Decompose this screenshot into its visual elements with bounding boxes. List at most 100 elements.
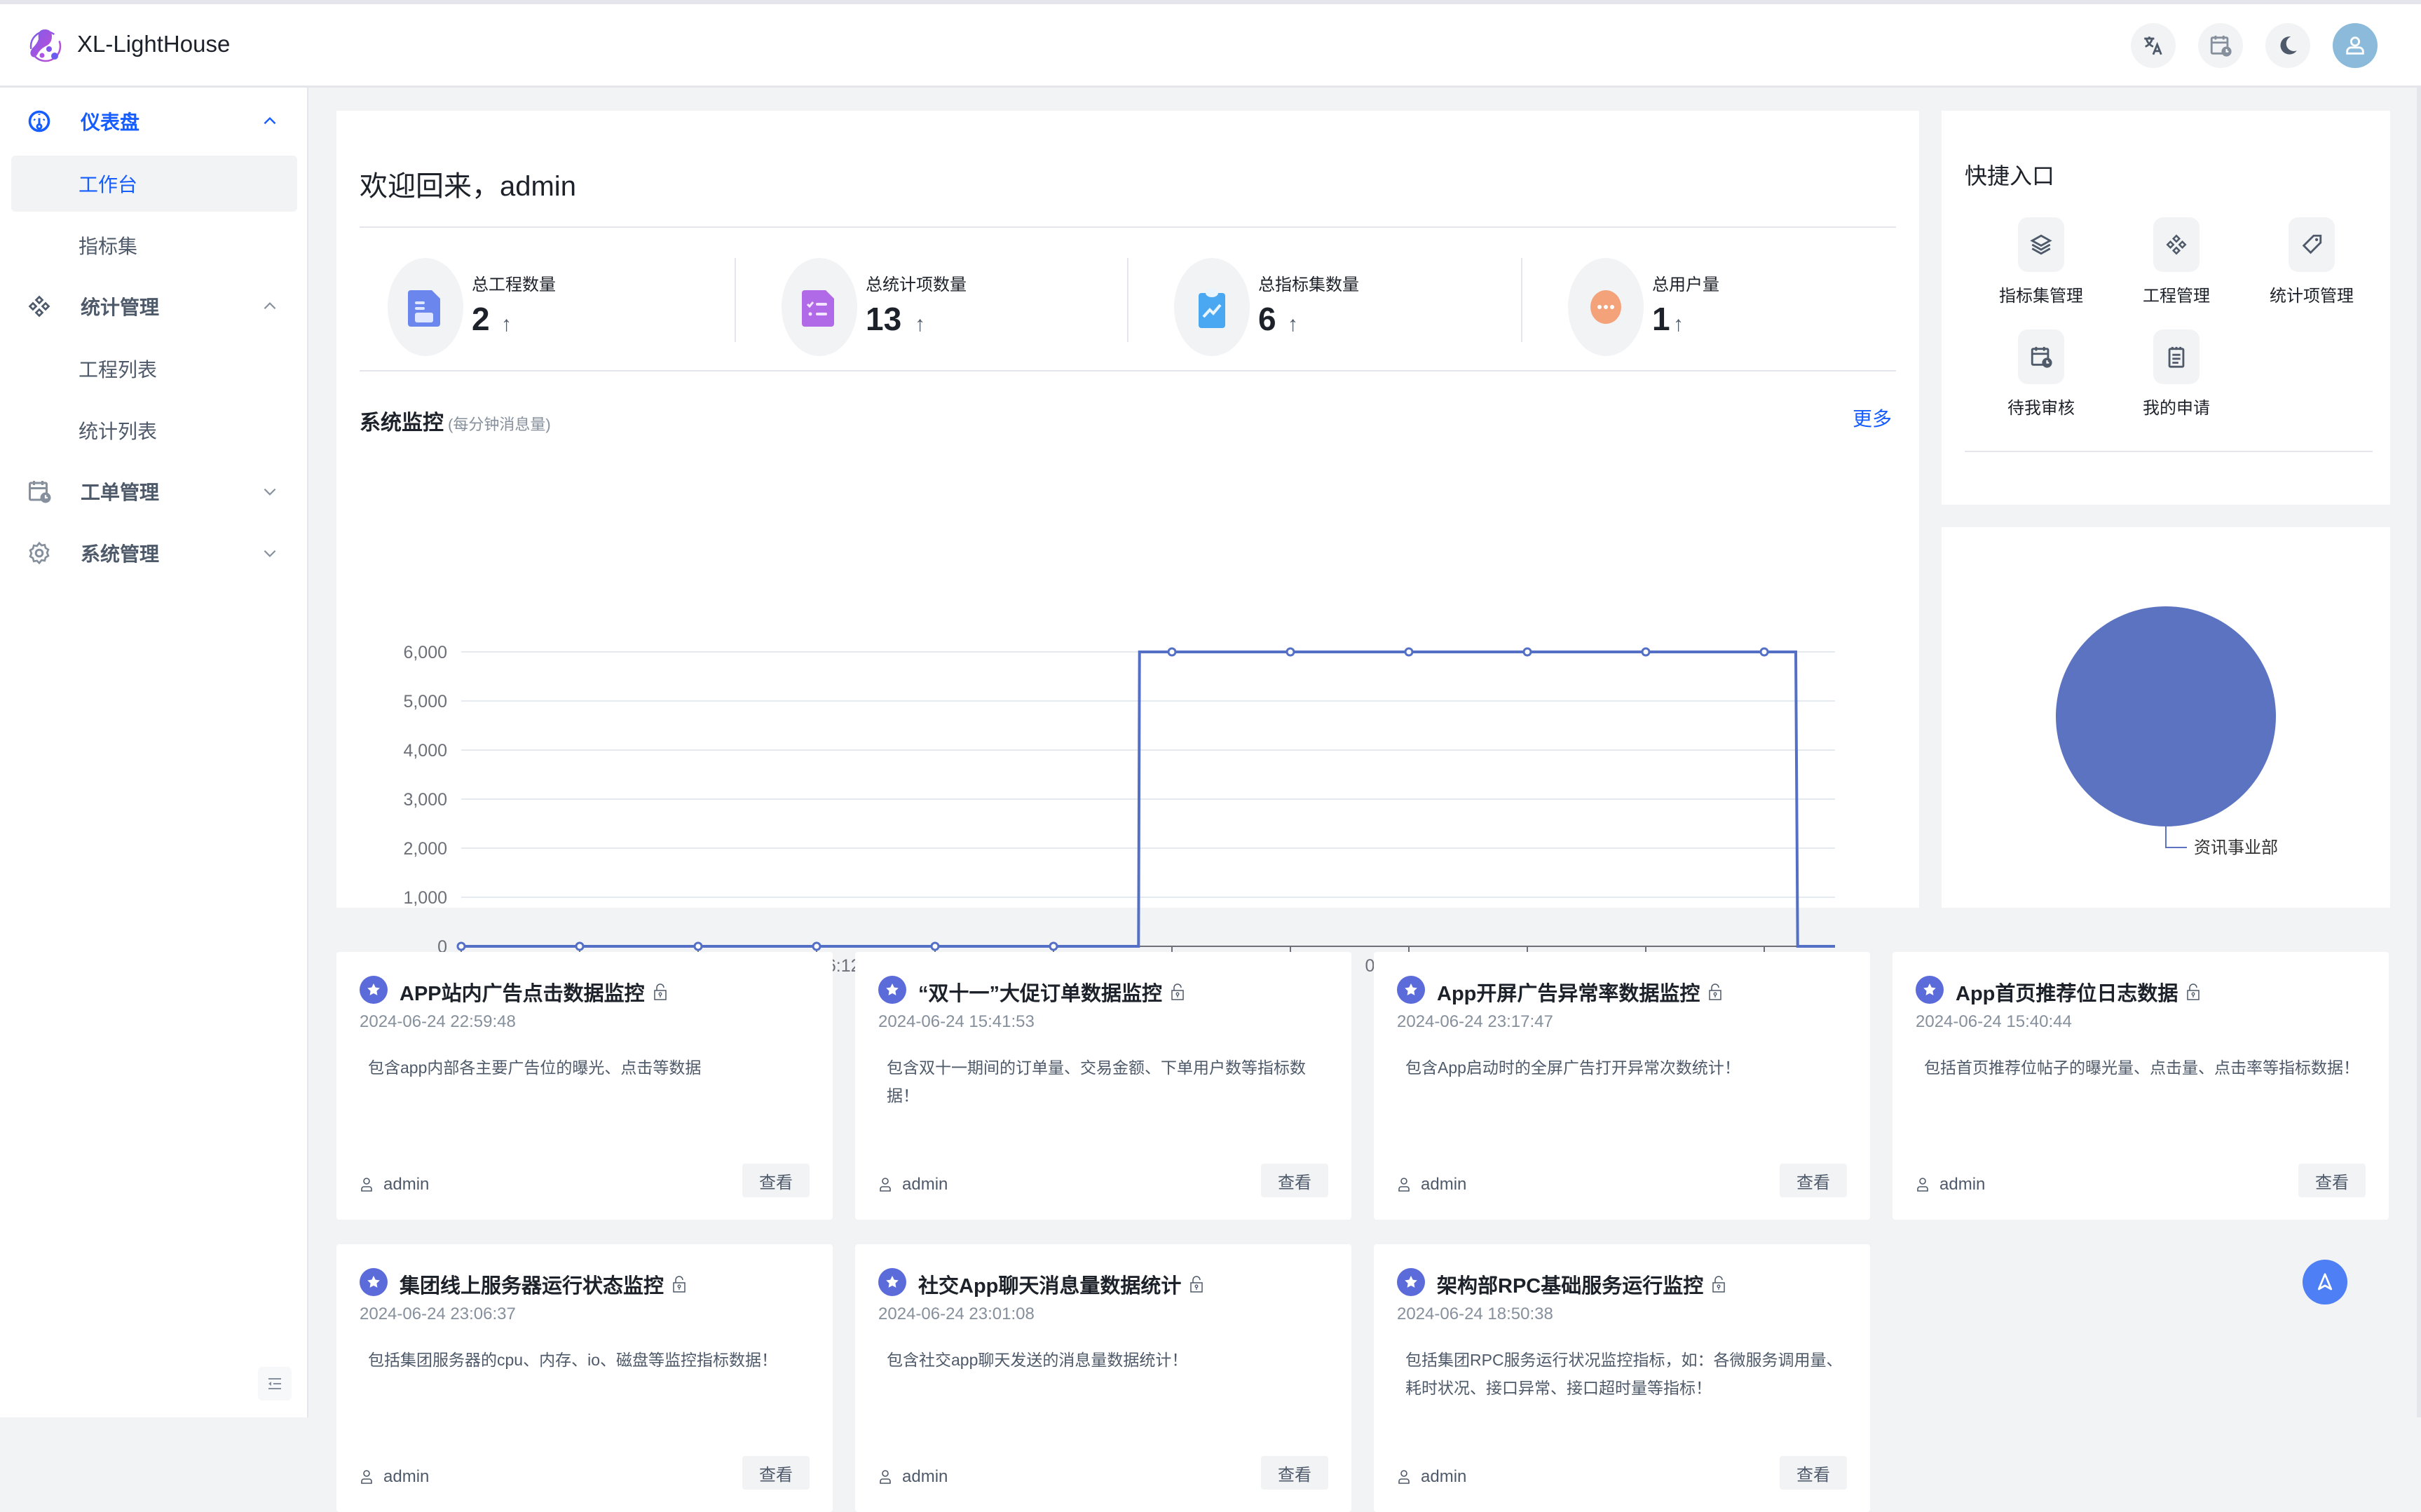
star-icon <box>1405 1276 1417 1288</box>
user-avatar-button[interactable] <box>2333 23 2378 68</box>
sidebar-item-workbench[interactable]: 工作台 <box>11 156 297 212</box>
star-badge <box>360 1268 388 1296</box>
stat-icon-wrap <box>1568 258 1644 356</box>
divider <box>1965 451 2373 452</box>
card-owner-name: admin <box>902 1467 948 1486</box>
chat-bubble-icon <box>1590 290 1621 324</box>
checklist-icon <box>802 290 834 327</box>
more-link[interactable]: 更多 <box>1853 404 1892 432</box>
data-point <box>1404 647 1414 657</box>
indicator-card[interactable]: 架构部RPC基础服务运行监控 2024-06-24 18:50:38 包括集团RPC… <box>1374 1244 1870 1512</box>
y-tick-label: 2,000 <box>403 839 447 859</box>
user-icon <box>2346 36 2364 55</box>
sidebar-group-dashboard[interactable]: 仪表盘 <box>0 90 308 152</box>
quick-entry-label: 指标集管理 <box>1999 287 2083 306</box>
quick-entry-pending-review[interactable]: 待我审核 <box>1985 329 2097 435</box>
quick-entry-panel: 快捷入口 指标集管理 工程管理 统计项管理 待我审核 我的申请 <box>1942 111 2390 505</box>
sidebar-group-system[interactable]: 系统管理 <box>0 522 308 584</box>
y-tick-label: 1,000 <box>403 888 447 908</box>
view-button[interactable]: 查看 <box>742 1164 810 1197</box>
star-badge <box>1397 1268 1425 1296</box>
unlock-icon <box>653 983 667 1000</box>
indicator-card[interactable]: App首页推荐位日志数据 2024-06-24 15:40:44 包括首页推荐位帖子… <box>1893 952 2389 1220</box>
calendar-button[interactable] <box>2198 23 2243 68</box>
card-title-text: APP站内广告点击数据监控 <box>400 983 645 1005</box>
sidebar-item-indicator-set[interactable]: 指标集 <box>11 217 297 273</box>
unlock-icon <box>1190 1276 1203 1293</box>
card-title[interactable]: “双十一”大促订单数据监控 <box>918 977 1185 1007</box>
star-icon <box>886 983 899 995</box>
view-button[interactable]: 查看 <box>1780 1164 1847 1197</box>
card-timestamp: 2024-06-24 23:17:47 <box>1397 1012 1553 1031</box>
quick-entry-icon-wrap <box>2153 329 2200 384</box>
card-timestamp: 2024-06-24 18:50:38 <box>1397 1305 1553 1323</box>
stat-icon-wrap <box>388 258 463 356</box>
quick-entry-label: 我的申请 <box>2143 399 2210 418</box>
welcome-panel: 欢迎回来，admin 总工程数量 2 ↑ 总统计项数量 13 ↑ 总指标集数量 … <box>336 111 1919 976</box>
page-scrollbar[interactable] <box>2417 88 2421 1417</box>
card-title[interactable]: 集团线上服务器运行状态监控 <box>400 1269 686 1299</box>
card-owner: admin <box>360 1175 429 1194</box>
card-title[interactable]: 架构部RPC基础服务运行监控 <box>1437 1269 1726 1299</box>
card-owner: admin <box>360 1467 429 1487</box>
theme-toggle-button[interactable] <box>2265 23 2310 68</box>
card-owner-name: admin <box>1939 1175 1986 1194</box>
data-point <box>1167 647 1177 657</box>
view-button[interactable]: 查看 <box>742 1456 810 1490</box>
layers-icon <box>2030 234 2052 255</box>
stat-total-stat-items: 总统计项数量 13 ↑ <box>753 258 1146 356</box>
stat-separator <box>1521 258 1522 342</box>
card-title[interactable]: 社交App聊天消息量数据统计 <box>918 1269 1203 1299</box>
sidebar-item-stat-list[interactable]: 统计列表 <box>11 402 297 458</box>
indicator-card[interactable]: App开屏广告异常率数据监控 2024-06-24 23:17:47 包含App启动… <box>1374 952 1870 1220</box>
data-point <box>930 941 940 951</box>
stat-icon-wrap <box>782 258 857 356</box>
view-button[interactable]: 查看 <box>1261 1164 1328 1197</box>
quick-entry-stat-item[interactable]: 统计项管理 <box>2256 217 2368 322</box>
stat-value: 6 <box>1258 301 1276 337</box>
sidebar-item-project-list[interactable]: 工程列表 <box>11 341 297 397</box>
card-owner: admin <box>1397 1175 1466 1194</box>
sidebar-group-label: 系统管理 <box>81 543 160 565</box>
sidebar-group-tickets[interactable]: 工单管理 <box>0 461 308 522</box>
moon-icon <box>2280 36 2297 55</box>
unlock-icon <box>673 1276 686 1293</box>
chevron-down-icon <box>264 488 276 496</box>
indicator-card[interactable]: 社交App聊天消息量数据统计 2024-06-24 23:01:08 包含社交app… <box>855 1244 1351 1512</box>
indicator-card[interactable]: “双十一”大促订单数据监控 2024-06-24 15:41:53 包含双十一期间的… <box>855 952 1351 1220</box>
pie-slice[interactable] <box>2056 606 2276 826</box>
stat-label: 总指标集数量 <box>1258 275 1359 294</box>
view-button[interactable]: 查看 <box>1780 1456 1847 1490</box>
sidebar-group-statistics[interactable]: 统计管理 <box>0 275 308 337</box>
view-button[interactable]: 查看 <box>1261 1456 1328 1490</box>
stat-value: 1 <box>1652 301 1670 337</box>
indicator-card[interactable]: APP站内广告点击数据监控 2024-06-24 22:59:48 包含app内部各… <box>336 952 833 1220</box>
apps-icon <box>2166 234 2187 255</box>
trend-up-icon: ↑ <box>1288 313 1298 336</box>
quick-entry-my-application[interactable]: 我的申请 <box>2120 329 2232 435</box>
card-owner: admin <box>1916 1175 1985 1194</box>
card-title[interactable]: App开屏广告异常率数据监控 <box>1437 977 1722 1007</box>
collapse-sidebar-button[interactable] <box>258 1367 292 1401</box>
card-title[interactable]: App首页推荐位日志数据 <box>1956 977 2200 1007</box>
pie-slice-label: 资讯事业部 <box>2194 838 2278 857</box>
indicator-card[interactable]: 集团线上服务器运行状态监控 2024-06-24 23:06:37 包括集团服务器的… <box>336 1244 833 1512</box>
view-button[interactable]: 查看 <box>2298 1164 2366 1197</box>
card-owner-name: admin <box>383 1175 430 1194</box>
quick-entry-project[interactable]: 工程管理 <box>2120 217 2232 322</box>
card-title[interactable]: APP站内广告点击数据监控 <box>400 977 667 1007</box>
language-button[interactable] <box>2131 23 2176 68</box>
data-point <box>1285 647 1295 657</box>
sidebar-group-label: 统计管理 <box>81 297 160 318</box>
star-icon <box>886 1276 899 1288</box>
calendar-clock-icon <box>2031 346 2052 368</box>
translate-icon <box>2144 36 2162 55</box>
monitor-line-chart: 01,0002,0003,0004,0005,0006,0000624 00:0… <box>403 643 1835 976</box>
quick-entry-indicator-set[interactable]: 指标集管理 <box>1985 217 2097 322</box>
divider <box>360 226 1896 228</box>
sidebar-group-label: 工单管理 <box>81 482 160 503</box>
navigate-fab-button[interactable] <box>2303 1260 2347 1305</box>
quick-entry-label: 工程管理 <box>2143 287 2210 306</box>
card-timestamp: 2024-06-24 23:06:37 <box>360 1305 516 1323</box>
tag-icon <box>2302 234 2322 254</box>
